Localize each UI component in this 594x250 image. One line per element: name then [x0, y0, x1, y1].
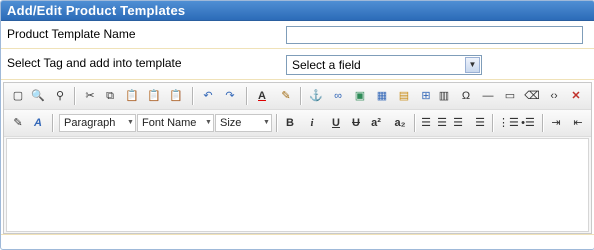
underline-icon[interactable]: U — [328, 115, 344, 131]
font-style-icon[interactable]: A — [30, 115, 46, 131]
table-icon[interactable]: ▦ — [374, 88, 390, 104]
toolbar-separator — [492, 114, 494, 132]
outdent-icon[interactable]: ⇤ — [570, 115, 586, 131]
background-color-icon[interactable]: ✎ — [278, 88, 294, 104]
edit-style-icon[interactable]: ✎ — [10, 115, 26, 131]
insert-form-icon[interactable]: ▤ — [396, 88, 412, 104]
strikethrough-icon[interactable]: U — [348, 115, 364, 131]
template-name-label: Product Template Name — [7, 27, 136, 41]
subscript-icon[interactable]: a₂ — [390, 115, 410, 131]
superscript-icon[interactable]: a² — [366, 115, 386, 131]
panel-title: Add/Edit Product Templates — [1, 1, 594, 21]
undo-icon[interactable]: ↶ — [200, 88, 216, 104]
text-color-icon[interactable]: A — [254, 88, 270, 104]
editor-content-area[interactable] — [6, 138, 589, 232]
find-icon[interactable]: ⚲ — [52, 88, 68, 104]
chevron-down-icon[interactable]: ▼ — [465, 57, 480, 73]
align-right-icon[interactable]: ☰ — [450, 115, 466, 131]
paste-icon[interactable]: 📋 — [124, 88, 140, 104]
format-dropdown-value: Paragraph — [64, 117, 116, 129]
template-name-input[interactable] — [286, 26, 583, 44]
template-panel: Add/Edit Product Templates Product Templ… — [0, 0, 594, 250]
preview-icon[interactable]: 🔍 — [30, 88, 46, 104]
page-break-icon[interactable]: ▭ — [502, 88, 518, 104]
toolbar-separator — [74, 87, 76, 105]
tag-field-select[interactable]: Select a field ▼ — [286, 55, 482, 75]
toolbar-separator — [542, 114, 544, 132]
link-icon[interactable]: ∞ — [330, 88, 346, 104]
align-left-icon[interactable]: ☰ — [418, 115, 434, 131]
horizontal-rule-icon[interactable]: — — [480, 88, 496, 104]
anchor-icon[interactable]: ⚓ — [308, 88, 324, 104]
paste-word-icon[interactable]: 📋 — [168, 88, 184, 104]
justify-icon[interactable]: ☰ — [472, 115, 488, 131]
cut-icon[interactable]: ✂ — [82, 88, 98, 104]
close-icon[interactable]: ✕ — [568, 88, 584, 104]
source-code-icon[interactable]: ‹› — [546, 88, 562, 104]
redo-icon[interactable]: ↷ — [222, 88, 238, 104]
template-icon[interactable]: ▥ — [436, 88, 452, 104]
align-center-icon[interactable]: ☰ — [434, 115, 450, 131]
template-name-row: Product Template Name — [1, 21, 594, 49]
toolbar-separator — [300, 87, 302, 105]
full-screen-icon[interactable]: ▢ — [10, 88, 26, 104]
toolbar-separator — [414, 114, 416, 132]
chevron-down-icon[interactable]: ▼ — [204, 115, 213, 131]
toolbar-separator — [276, 114, 278, 132]
tag-field-select-value: Select a field — [292, 58, 361, 72]
tag-select-label: Select Tag and add into template — [7, 56, 182, 70]
indent-icon[interactable]: ⇥ — [548, 115, 564, 131]
font-name-dropdown[interactable]: Font Name ▼ — [137, 114, 214, 132]
image-icon[interactable]: ▣ — [352, 88, 368, 104]
editor-toolbar-bottom: ✎ A Paragraph ▼ Font Name ▼ Size ▼ B i U… — [4, 110, 591, 137]
bottom-divider — [1, 234, 594, 235]
chevron-down-icon[interactable]: ▼ — [126, 115, 135, 131]
toolbar-separator — [52, 114, 54, 132]
italic-icon[interactable]: i — [304, 115, 320, 131]
toolbar-separator — [246, 87, 248, 105]
copy-icon[interactable]: ⧉ — [102, 88, 118, 104]
toggle-borders-icon[interactable]: ⊞ — [418, 88, 434, 104]
format-dropdown[interactable]: Paragraph ▼ — [59, 114, 136, 132]
ordered-list-icon[interactable]: ⋮☰ — [498, 115, 519, 131]
font-name-dropdown-value: Font Name — [142, 117, 197, 129]
editor-toolbar-top: ▢ 🔍 ⚲ ✂ ⧉ 📋 📋 📋 ↶ ↷ A ✎ ⚓ ∞ ▣ ▦ ▤ ⊞ ▥ Ω … — [4, 83, 591, 110]
special-char-icon[interactable]: Ω — [458, 88, 474, 104]
bold-icon[interactable]: B — [282, 115, 298, 131]
rich-text-editor: ▢ 🔍 ⚲ ✂ ⧉ 📋 📋 📋 ↶ ↷ A ✎ ⚓ ∞ ▣ ▦ ▤ ⊞ ▥ Ω … — [3, 82, 592, 234]
unordered-list-icon[interactable]: •☰ — [520, 115, 536, 131]
chevron-down-icon[interactable]: ▼ — [262, 115, 271, 131]
paste-text-icon[interactable]: 📋 — [146, 88, 162, 104]
font-size-dropdown-value: Size — [220, 117, 242, 129]
tag-select-row: Select Tag and add into template Select … — [1, 49, 594, 80]
font-size-dropdown[interactable]: Size ▼ — [215, 114, 272, 132]
toolbar-separator — [192, 87, 194, 105]
clean-icon[interactable]: ⌫ — [524, 88, 540, 104]
